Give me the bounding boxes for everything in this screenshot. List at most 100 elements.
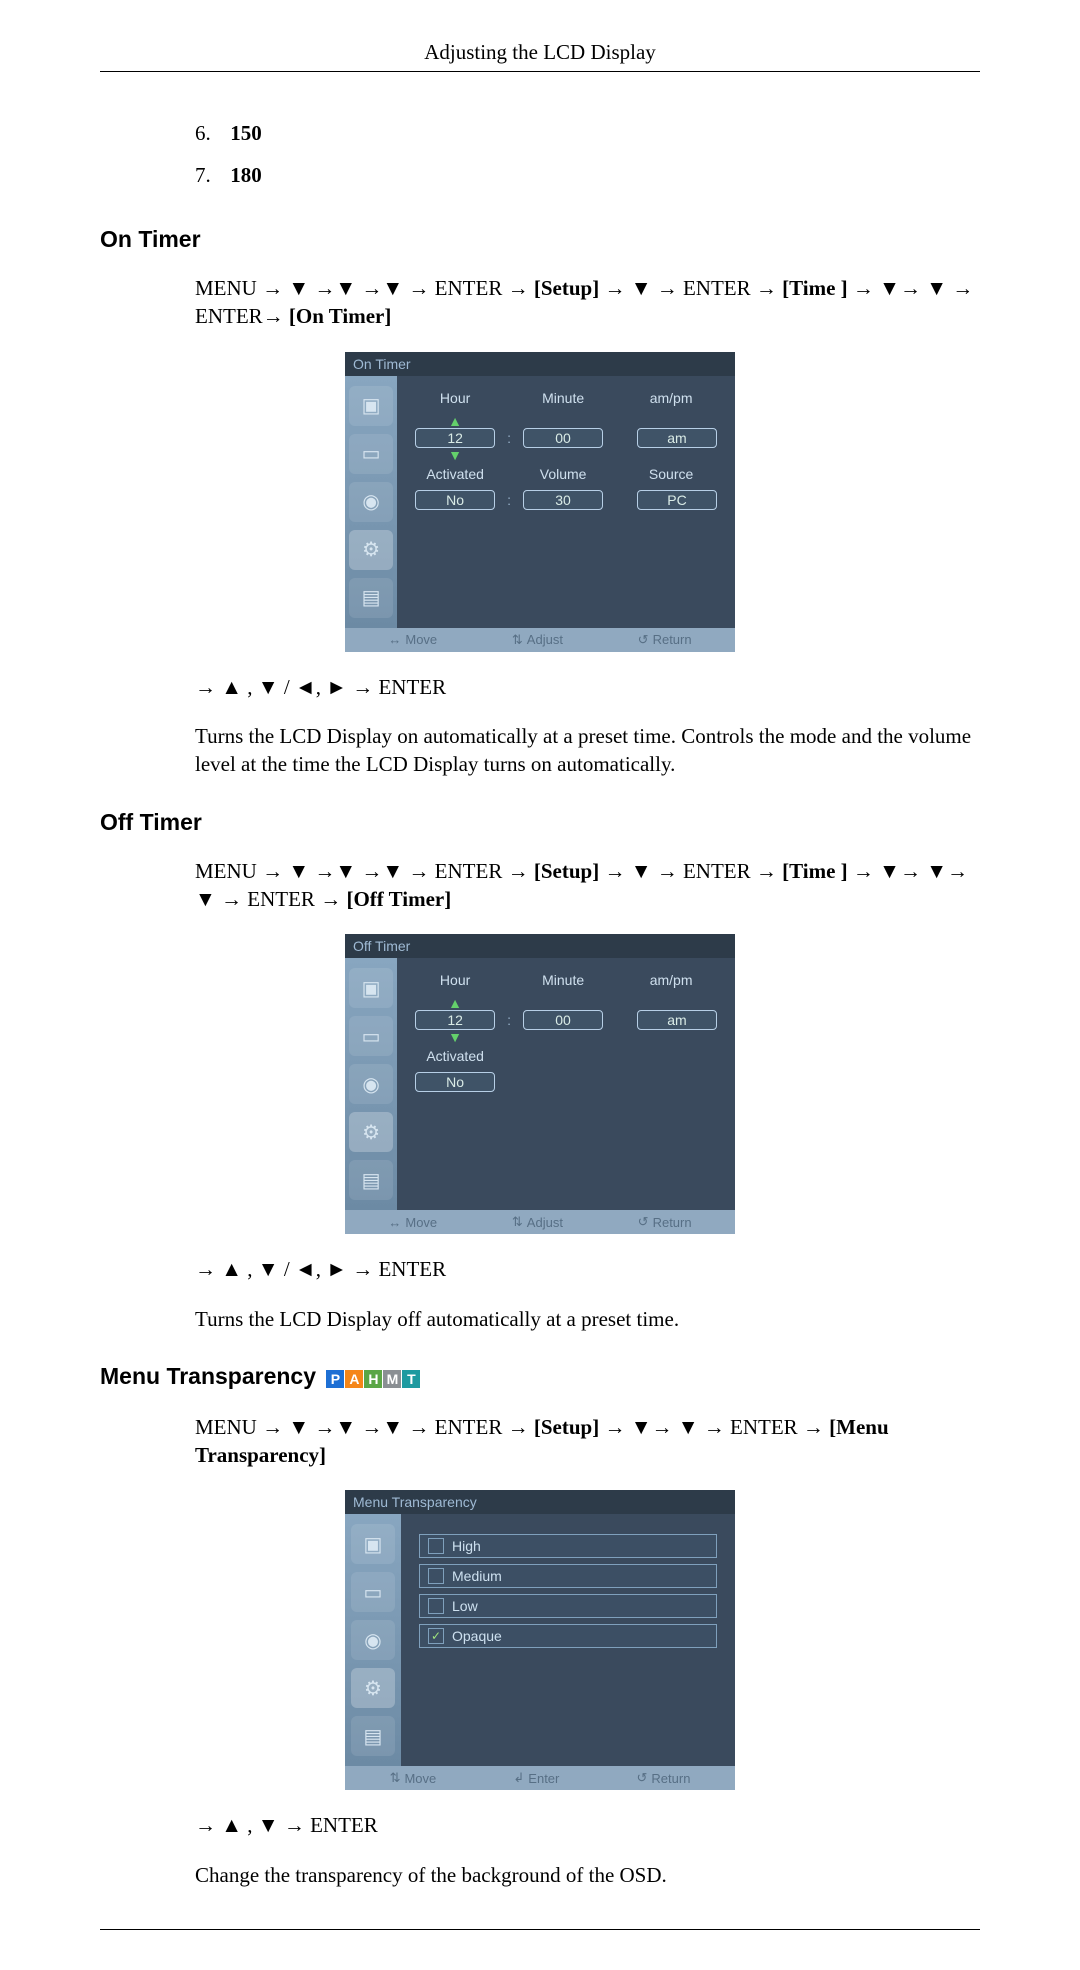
arrow-up-icon[interactable]: ▲ [415, 996, 495, 1010]
value-source[interactable]: PC [637, 490, 717, 510]
page-header: Adjusting the LCD Display [100, 40, 980, 72]
osd-menu-transparency: Menu Transparency ▣ ▭ ◉ ⚙ ▤ High Medium Lo… [345, 1490, 735, 1790]
nav-text: → ▼ → ENTER → [599, 859, 782, 883]
footer-return: ↺Return [638, 632, 692, 648]
nav-setup: [Setup] [534, 859, 599, 883]
move-icon: ↔ [388, 1215, 401, 1230]
list-number: 7. [195, 154, 225, 196]
move-icon: ↔ [388, 632, 401, 647]
osd-title: Off Timer [345, 934, 735, 958]
footer-move: ↔Move [388, 1214, 437, 1230]
transparency-option[interactable]: Medium [419, 1564, 717, 1588]
footer-adjust: ⇅Adjust [512, 632, 563, 648]
multi-icon[interactable]: ▤ [349, 578, 393, 618]
timer-icon[interactable]: ◉ [351, 1620, 395, 1660]
label-minute: Minute [523, 972, 603, 988]
multi-icon[interactable]: ▤ [349, 1160, 393, 1200]
timer-icon[interactable]: ◉ [349, 482, 393, 522]
list-value: 150 [230, 121, 262, 145]
osd-footer: ↔Move ⇅Adjust ↺Return [345, 628, 735, 652]
label-hour: Hour [415, 390, 495, 406]
nav-path-off-timer: MENU → ▼ →▼ →▼ → ENTER → [Setup] → ▼ → E… [195, 857, 980, 914]
value-ampm[interactable]: am [637, 428, 717, 448]
footer-move: ⇅Move [390, 1770, 437, 1786]
nav-text: → ▼ → ENTER → [599, 276, 782, 300]
badge-p-icon: P [326, 1370, 344, 1388]
badge-h-icon: H [364, 1370, 382, 1388]
heading-on-timer: On Timer [100, 226, 980, 253]
value-minute[interactable]: 00 [523, 1010, 603, 1030]
desc-transparency: Change the transparency of the backgroun… [195, 1861, 980, 1889]
nav-text: MENU → ▼ →▼ →▼ → ENTER → [195, 859, 534, 883]
multi-icon[interactable]: ▤ [351, 1716, 395, 1756]
osd-sidebar: ▣ ▭ ◉ ⚙ ▤ [345, 376, 397, 628]
osd-title: Menu Transparency [345, 1490, 735, 1514]
colon: : [507, 430, 511, 446]
label-minute: Minute [523, 390, 603, 406]
nav-text: → ▼→ ▼ → ENTER → [599, 1415, 829, 1439]
label-ampm: am/pm [631, 390, 711, 406]
checkbox-icon [428, 1598, 444, 1614]
heading-menu-transparency: Menu Transparency PAHMT [100, 1363, 980, 1391]
setup-icon[interactable]: ⚙ [349, 530, 393, 570]
picture-icon[interactable]: ▣ [349, 968, 393, 1008]
arrow-down-icon[interactable]: ▼ [415, 448, 495, 462]
heading-text: Menu Transparency [100, 1363, 316, 1389]
nav-text: MENU → ▼ →▼ →▼ → ENTER → [195, 276, 534, 300]
value-minute[interactable]: 00 [523, 428, 603, 448]
value-hour[interactable]: 12 [415, 1010, 495, 1030]
nav-setup: [Setup] [534, 1415, 599, 1439]
osd-off-timer: Off Timer ▣ ▭ ◉ ⚙ ▤ Hour Minute am/pm [345, 934, 735, 1234]
transparency-option[interactable]: High [419, 1534, 717, 1558]
transparency-option[interactable]: ✓Opaque [419, 1624, 717, 1648]
list-item: 7. 180 [195, 154, 980, 196]
nav-time: [Time ] [782, 859, 848, 883]
list-item: 6. 150 [195, 112, 980, 154]
badge-m-icon: M [383, 1370, 401, 1388]
post-nav-transparency: → ▲ , ▼ → ENTER [195, 1811, 980, 1839]
nav-target: [Off Timer] [346, 887, 451, 911]
setup-icon[interactable]: ⚙ [349, 1112, 393, 1152]
osd-footer: ⇅Move ↲Enter ↺Return [345, 1766, 735, 1790]
timer-icon[interactable]: ◉ [349, 1064, 393, 1104]
post-nav-off-timer: → ▲ , ▼ / ◄, ► → ENTER [195, 1255, 980, 1283]
post-nav-on-timer: → ▲ , ▼ / ◄, ► → ENTER [195, 673, 980, 701]
value-hour[interactable]: 12 [415, 428, 495, 448]
value-activated[interactable]: No [415, 490, 495, 510]
nav-setup: [Setup] [534, 276, 599, 300]
picture-icon[interactable]: ▣ [349, 386, 393, 426]
footer-return: ↺Return [637, 1770, 691, 1786]
adjust-icon: ⇅ [512, 632, 523, 648]
value-ampm[interactable]: am [637, 1010, 717, 1030]
input-icon[interactable]: ▭ [351, 1572, 395, 1612]
desc-on-timer: Turns the LCD Display on automatically a… [195, 722, 980, 779]
option-label: High [452, 1538, 481, 1554]
arrow-down-icon[interactable]: ▼ [415, 1030, 495, 1044]
setup-icon[interactable]: ⚙ [351, 1668, 395, 1708]
input-icon[interactable]: ▭ [349, 1016, 393, 1056]
nav-path-transparency: MENU → ▼ →▼ →▼ → ENTER → [Setup] → ▼→ ▼ … [195, 1413, 980, 1470]
value-activated[interactable]: No [415, 1072, 495, 1092]
badge-a-icon: A [345, 1370, 363, 1388]
value-volume[interactable]: 30 [523, 490, 603, 510]
label-ampm: am/pm [631, 972, 711, 988]
colon: : [507, 1012, 511, 1028]
list-value: 180 [230, 163, 262, 187]
arrow-up-icon[interactable]: ▲ [415, 414, 495, 428]
label-activated: Activated [415, 466, 495, 482]
footer-enter: ↲Enter [513, 1770, 559, 1786]
colon: : [507, 492, 511, 508]
label-source: Source [631, 466, 711, 482]
osd-footer: ↔Move ⇅Adjust ↺Return [345, 1210, 735, 1234]
nav-text: MENU → ▼ →▼ →▼ → ENTER → [195, 1415, 534, 1439]
checkbox-icon [428, 1568, 444, 1584]
osd-title: On Timer [345, 352, 735, 376]
picture-icon[interactable]: ▣ [351, 1524, 395, 1564]
return-icon: ↺ [638, 632, 649, 648]
adjust-icon: ⇅ [512, 1214, 523, 1230]
label-volume: Volume [523, 466, 603, 482]
input-icon[interactable]: ▭ [349, 434, 393, 474]
transparency-option[interactable]: Low [419, 1594, 717, 1618]
footer-return: ↺Return [638, 1214, 692, 1230]
page-footer-rule [100, 1929, 980, 1930]
